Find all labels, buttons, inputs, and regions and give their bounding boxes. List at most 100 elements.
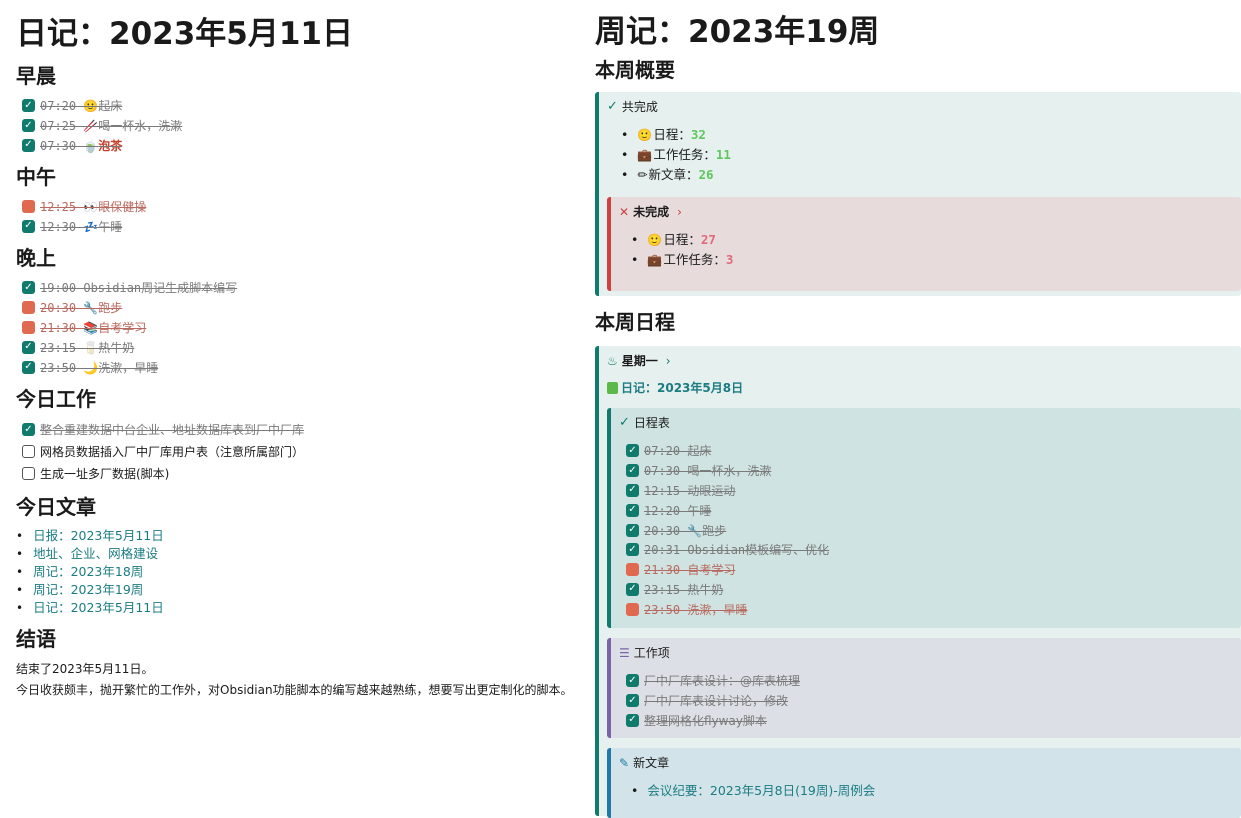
task-item[interactable]: ✓ 23:50 🌙洗漱，早睡 (16, 357, 586, 377)
task-item[interactable]: 23:50 洗漱，早睡 (620, 599, 1241, 619)
diary-link-text[interactable]: 日记：2023年5月8日 (621, 379, 743, 396)
task-text-highlight: 泡茶 (98, 138, 123, 153)
heading-articles: 今日文章 (16, 494, 96, 519)
link-text[interactable]: 周记：2023年18周 (33, 563, 143, 581)
weekly-note: 周记：2023年19周 本周概要 ✓ 共完成 🙂日程：32 💼工作任务：11 ✏… (595, 12, 1241, 818)
checkbox[interactable]: ✓ (22, 219, 35, 233)
article-link[interactable]: 会议纪要：2023年5月8日(19周)-周例会 (631, 781, 1241, 801)
work-items-header[interactable]: ☰ 工作项 (619, 644, 1241, 661)
checkbox[interactable]: ✓ (22, 423, 35, 437)
task-item[interactable]: ✓ 20:30 🔧跑步 (620, 520, 1241, 540)
stat-label: 新文章： (648, 167, 699, 182)
new-article-header[interactable]: ✎ 新文章 (619, 754, 1241, 771)
task-item[interactable]: ✓ 20:31 Obsidian模板编写、优化 (620, 540, 1241, 560)
checkbox[interactable]: ✓ (626, 503, 639, 517)
task-item[interactable]: ✓ 07:20 🙂起床 (16, 96, 586, 116)
task-item[interactable]: 12:25 👀眼保健操 (16, 196, 586, 216)
task-item[interactable]: ✓ 整合重建数据中台企业、地址数据库表到厂中厂库 (16, 419, 586, 441)
checkbox[interactable]: ✓ (626, 582, 639, 596)
check-icon: ✓ (607, 99, 618, 114)
task-item[interactable]: ✓ 07:30 喝一杯水，洗漱 (620, 461, 1241, 481)
link-text[interactable]: 地址、企业、网格建设 (33, 545, 158, 563)
task-item[interactable]: ✓ 12:15 动眼运动 (620, 481, 1241, 501)
task-item[interactable]: ✓ 12:20 午睡 (620, 500, 1241, 520)
checkbox[interactable] (626, 563, 639, 577)
task-text: 23:15 🥛热牛奶 (40, 340, 135, 355)
heading-noon: 中午 (16, 165, 56, 190)
checkbox[interactable]: ✓ (626, 694, 639, 708)
task-item[interactable]: 生成一址多厂数据(脚本) (16, 463, 586, 485)
task-item[interactable]: 20:30 🔧跑步 (16, 298, 586, 318)
task-item[interactable]: 网格员数据插入厂中厂库用户表（注意所属部门） (16, 441, 586, 463)
task-text: 网格员数据插入厂中厂库用户表（注意所属部门） (40, 445, 305, 460)
schedule-table-header[interactable]: ✓ 日程表 (619, 414, 1241, 431)
checkbox[interactable]: ✓ (626, 543, 639, 557)
task-item[interactable]: ✓ 07:25 🥢喝一杯水，洗漱 (16, 116, 586, 136)
new-article-label: 新文章 (633, 756, 670, 770)
x-icon: ✕ (619, 204, 630, 219)
task-item[interactable]: ✓ 07:20 起床 (620, 441, 1241, 461)
chevron-right-icon[interactable]: › (666, 354, 671, 368)
checkbox[interactable]: ✓ (22, 99, 35, 113)
diary-link[interactable]: 日记：2023年5月8日 (607, 379, 1241, 396)
stat-item: 🙂日程：27 (631, 230, 1241, 250)
link-text[interactable]: 日报：2023年5月11日 (33, 527, 164, 545)
checkbox[interactable]: ✓ (626, 464, 639, 478)
weekday-header[interactable]: ♨ 星期一 › (607, 352, 1241, 369)
completed-header[interactable]: ✓ 共完成 (607, 98, 1241, 115)
checkbox[interactable] (22, 445, 35, 459)
article-link[interactable]: 日记：2023年5月11日 (16, 599, 586, 617)
stat-item: 💼工作任务：11 (621, 145, 1241, 165)
daily-note: 日记：2023年5月11日 早晨 ✓ 07:20 🙂起床 ✓ 07:25 🥢喝一杯水… (16, 14, 586, 701)
link-text[interactable]: 会议纪要：2023年5月8日(19周)-周例会 (647, 781, 875, 801)
work-tasks: ✓ 整合重建数据中台企业、地址数据库表到厂中厂库 网格员数据插入厂中厂库用户表（注… (16, 419, 586, 485)
chevron-right-icon[interactable]: › (677, 205, 682, 219)
check-icon: ✓ (619, 415, 630, 430)
conclusion-line-2: 今日收获颇丰，抛开繁忙的工作外，对Obsidian功能脚本的编写越来越熟练，想要… (16, 682, 573, 697)
task-item[interactable]: ✓ 12:30 💤午睡 (16, 216, 586, 236)
checkbox[interactable]: ✓ (626, 674, 639, 688)
checkbox[interactable] (22, 199, 35, 213)
fire-icon: ♨ (607, 353, 618, 368)
article-link[interactable]: 地址、企业、网格建设 (16, 545, 586, 563)
checkbox[interactable]: ✓ (22, 281, 35, 295)
heading-morning: 早晨 (16, 64, 56, 88)
article-link[interactable]: 周记：2023年18周 (16, 563, 586, 581)
weekday-callout: ♨ 星期一 › 日记：2023年5月8日 ✓ 日程表 ✓ 07:20 起床 ✓ 07… (595, 346, 1241, 818)
checkbox[interactable]: ✓ (22, 138, 35, 152)
article-link[interactable]: 日报：2023年5月11日 (16, 527, 586, 545)
task-item[interactable]: ✓ 厂中厂库表设计：@库表梳理 (620, 671, 1241, 691)
link-text[interactable]: 周记：2023年19周 (33, 581, 143, 599)
task-item[interactable]: 21:30 自考学习 (620, 560, 1241, 580)
checkbox[interactable] (626, 602, 639, 616)
checkbox[interactable]: ✓ (626, 483, 639, 497)
schedule-table-callout: ✓ 日程表 ✓ 07:20 起床 ✓ 07:30 喝一杯水，洗漱 ✓ 12:15 动眼… (607, 408, 1241, 628)
checkbox[interactable] (22, 467, 35, 481)
stat-item: 💼工作任务：3 (631, 250, 1241, 270)
checkbox[interactable]: ✓ (626, 713, 639, 727)
task-item[interactable]: 21:30 📚自考学习 (16, 318, 586, 338)
checkbox[interactable]: ✓ (22, 119, 35, 133)
task-text-main: 07:30 🍵 (40, 138, 99, 153)
task-item[interactable]: ✓ 厂中厂库表设计讨论，修改 (620, 691, 1241, 711)
checkbox[interactable] (22, 320, 35, 334)
link-text[interactable]: 日记：2023年5月11日 (33, 599, 164, 617)
checkbox[interactable]: ✓ (22, 360, 35, 374)
checkbox[interactable]: ✓ (626, 444, 639, 458)
checkbox[interactable]: ✓ (626, 523, 639, 537)
undone-header[interactable]: ✕ 未完成 › (619, 203, 1241, 220)
heading-conclusion: 结语 (16, 626, 56, 651)
task-item[interactable]: ✓ 23:15 热牛奶 (620, 580, 1241, 600)
conclusion-line-1: 结束了2023年5月11日。 (16, 661, 154, 676)
work-items-callout: ☰ 工作项 ✓ 厂中厂库表设计：@库表梳理 ✓ 厂中厂库表设计讨论，修改 ✓ 整理网格… (607, 638, 1241, 738)
task-item[interactable]: ✓ 整理网格化flyway脚本 (620, 711, 1241, 731)
stat-value: 26 (698, 167, 714, 182)
checkbox[interactable] (22, 301, 35, 315)
article-link[interactable]: 周记：2023年19周 (16, 581, 586, 599)
task-item[interactable]: ✓ 19:00 Obsidian周记生成脚本编写 (16, 278, 586, 298)
checkbox[interactable]: ✓ (22, 340, 35, 354)
task-text: 07:25 🥢喝一杯水，洗漱 (40, 119, 183, 134)
task-item[interactable]: ✓ 23:15 🥛热牛奶 (16, 337, 586, 357)
task-text: 07:20 起床 (644, 444, 712, 459)
task-item[interactable]: ✓ 07:30 🍵泡茶 (16, 136, 586, 156)
